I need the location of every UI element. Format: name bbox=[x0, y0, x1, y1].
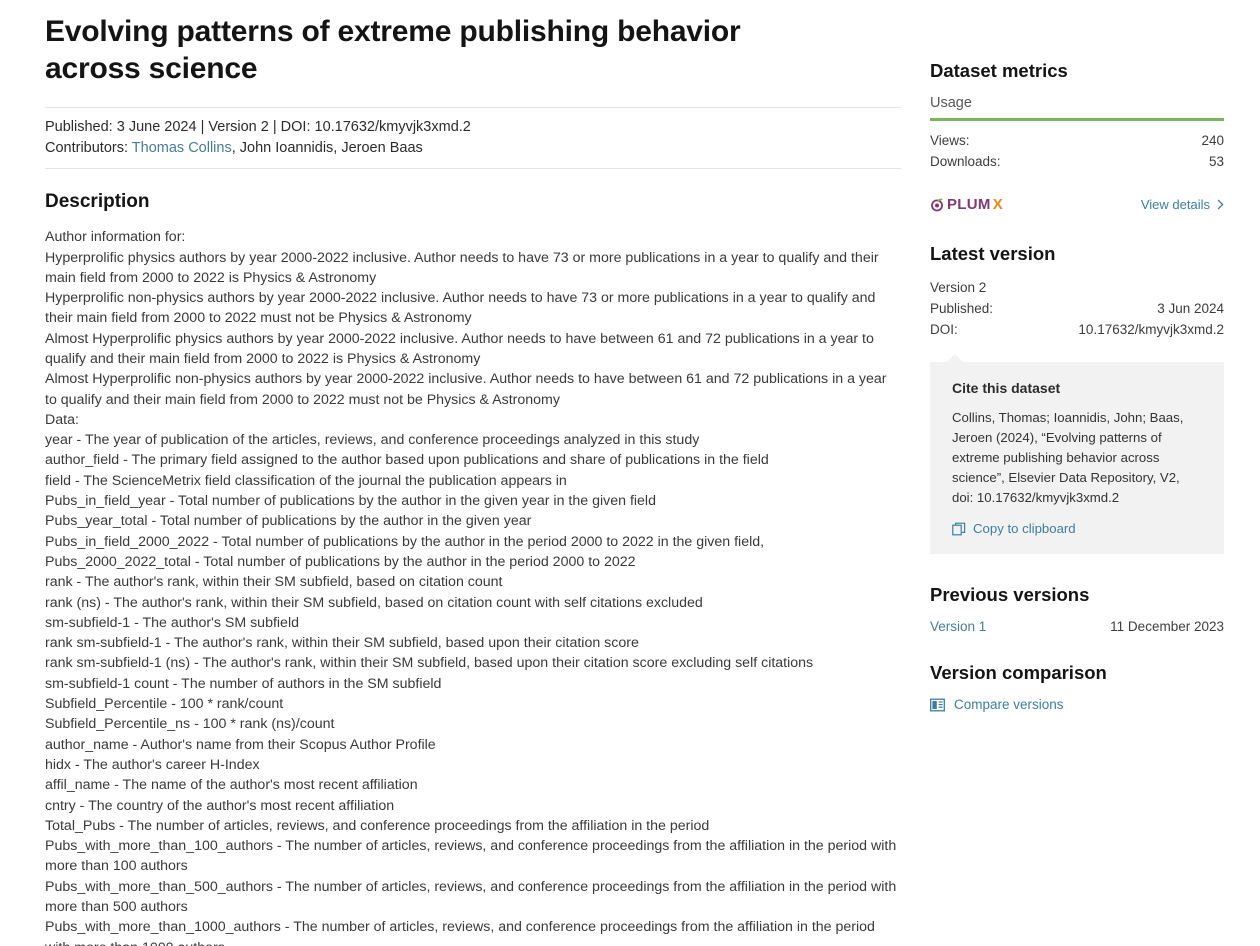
description-line: author_field - The primary field assigne… bbox=[45, 452, 769, 469]
usage-label: Usage bbox=[930, 95, 972, 111]
description-line: affil_name - The name of the author's mo… bbox=[45, 777, 418, 794]
description-line: Hyperprolific non-physics authors by yea… bbox=[45, 290, 876, 327]
description-line: Pubs_in_field_year - Total number of pub… bbox=[45, 493, 656, 510]
usage-divider bbox=[930, 118, 1224, 121]
plumx-x-mark: X bbox=[992, 196, 1004, 213]
plumx-wordmark: PLUM bbox=[947, 196, 991, 213]
description-line: Pubs_2000_2022_total - Total number of p… bbox=[45, 553, 636, 570]
latest-version-label: Version 2 bbox=[930, 280, 987, 295]
view-details-label: View details bbox=[1140, 197, 1210, 212]
metrics-row-views: Views: 240 bbox=[930, 130, 1224, 151]
copy-icon bbox=[952, 522, 966, 536]
description-line: Almost Hyperprolific physics authors by … bbox=[45, 330, 874, 367]
description-line: hidx - The author's career H-Index bbox=[45, 756, 260, 773]
description-line: Pubs_with_more_than_100_authors - The nu… bbox=[45, 838, 897, 875]
version-comparison-heading: Version comparison bbox=[930, 662, 1107, 683]
sidebar-column: Dataset metrics Usage Views: 240 Downloa… bbox=[930, 60, 1224, 712]
plumx-row: PLUM X View details bbox=[930, 196, 1224, 213]
cite-dataset-box: Cite this dataset Collins, Thomas; Ioann… bbox=[930, 354, 1224, 554]
published-value: 3 Jun 2024 bbox=[1157, 301, 1224, 316]
description-line: field - The ScienceMetrix field classifi… bbox=[45, 472, 567, 489]
page-title: Evolving patterns of extreme publishing … bbox=[45, 15, 741, 85]
description-line: Pubs_with_more_than_500_authors - The nu… bbox=[45, 878, 897, 916]
description-line: Subfield_Percentile_ns - 100 * rank (ns)… bbox=[45, 716, 335, 733]
description-line: sm-subfield-1 count - The number of auth… bbox=[45, 675, 442, 692]
dataset-metadata-block: Published: 3 June 2024 | Version 2 | DOI… bbox=[45, 107, 901, 170]
compare-versions-button[interactable]: Compare versions bbox=[930, 697, 1224, 712]
latest-version-heading: Latest version bbox=[930, 243, 1056, 264]
compare-versions-icon bbox=[930, 698, 945, 712]
description-line: Almost Hyperprolific non-physics authors… bbox=[45, 371, 887, 408]
copy-to-clipboard-label: Copy to clipboard bbox=[973, 521, 1076, 536]
contributor-link-thomas-collins[interactable]: Thomas Collins bbox=[132, 140, 232, 156]
description-line: rank sm-subfield-1 - The author's rank, … bbox=[45, 635, 639, 652]
description-line: rank - The author's rank, within their S… bbox=[45, 574, 503, 591]
downloads-label: Downloads: bbox=[930, 154, 1001, 169]
plumx-logo: PLUM X bbox=[930, 196, 1003, 213]
contributors-label: Contributors: bbox=[45, 140, 129, 157]
view-details-link[interactable]: View details bbox=[1141, 197, 1224, 212]
latest-version-section: Latest version Version 2 Published: 3 Ju… bbox=[930, 243, 1224, 554]
description-heading: Description bbox=[45, 191, 150, 213]
main-content-column: Evolving patterns of extreme publishing … bbox=[45, 14, 901, 946]
description-body: Author information for: Hyperprolific ph… bbox=[45, 227, 901, 946]
plum-fruit-icon bbox=[930, 197, 945, 212]
doi-value: 10.17632/kmyvjk3xmd.2 bbox=[1078, 322, 1224, 337]
dataset-metrics-heading: Dataset metrics bbox=[930, 60, 1068, 81]
latest-version-doi-row: DOI: 10.17632/kmyvjk3xmd.2 bbox=[930, 319, 1224, 340]
contributors-rest: , John Ioannidis, Jeroen Baas bbox=[231, 140, 423, 157]
previous-versions-heading: Previous versions bbox=[930, 584, 1090, 605]
published-label: Published: bbox=[930, 301, 994, 316]
description-line: Hyperprolific physics authors by year 20… bbox=[45, 249, 879, 286]
views-value: 240 bbox=[1201, 133, 1224, 148]
description-line: author_name - Author's name from their S… bbox=[45, 736, 436, 753]
description-line: rank (ns) - The author's rank, within th… bbox=[45, 594, 703, 611]
views-label: Views: bbox=[930, 133, 970, 148]
downloads-value: 53 bbox=[1208, 154, 1224, 169]
description-line: Author information for: bbox=[45, 229, 186, 246]
description-line: Pubs_year_total - Total number of public… bbox=[45, 513, 532, 530]
compare-versions-label: Compare versions bbox=[954, 697, 1064, 712]
cite-dataset-heading: Cite this dataset bbox=[952, 380, 1061, 396]
description-line: Subfield_Percentile - 100 * rank/count bbox=[45, 696, 284, 713]
contributors-meta-line: Contributors: Thomas Collins, John Ioann… bbox=[45, 138, 901, 159]
doi-label: DOI: bbox=[930, 322, 958, 337]
description-line: year - The year of publication of the ar… bbox=[45, 432, 700, 449]
description-line: Total_Pubs - The number of articles, rev… bbox=[45, 817, 710, 834]
copy-to-clipboard-button[interactable]: Copy to clipboard bbox=[952, 521, 1204, 536]
previous-version-date: 11 December 2023 bbox=[1110, 619, 1224, 634]
latest-version-published-row: Published: 3 Jun 2024 bbox=[930, 298, 1224, 319]
description-line: Pubs_with_more_than_1000_authors - The n… bbox=[45, 919, 875, 946]
version-comparison-section: Version comparison Compare versions bbox=[930, 662, 1224, 712]
previous-version-link-1[interactable]: Version 1 bbox=[930, 619, 986, 634]
description-line: rank sm-subfield-1 (ns) - The author's r… bbox=[45, 655, 814, 672]
previous-versions-section: Previous versions Version 1 11 December … bbox=[930, 584, 1224, 634]
description-line: Pubs_in_field_2000_2022 - Total number o… bbox=[45, 533, 765, 550]
chevron-right-icon bbox=[1217, 199, 1224, 210]
dataset-detail-page: Evolving patterns of extreme publishing … bbox=[0, 0, 1260, 946]
description-line: Data: bbox=[45, 411, 79, 428]
previous-version-row: Version 1 11 December 2023 bbox=[930, 619, 1224, 634]
citation-text: Collins, Thomas; Ioannidis, John; Baas, … bbox=[952, 410, 1184, 505]
description-line: cntry - The country of the author's most… bbox=[45, 797, 395, 814]
metrics-row-downloads: Downloads: 53 bbox=[930, 151, 1224, 172]
published-meta-line: Published: 3 June 2024 | Version 2 | DOI… bbox=[45, 119, 471, 136]
cite-box-pointer bbox=[946, 354, 964, 363]
dataset-metrics-section: Dataset metrics Usage Views: 240 Downloa… bbox=[930, 60, 1224, 213]
description-line: sm-subfield-1 - The author's SM subfield bbox=[45, 614, 299, 631]
